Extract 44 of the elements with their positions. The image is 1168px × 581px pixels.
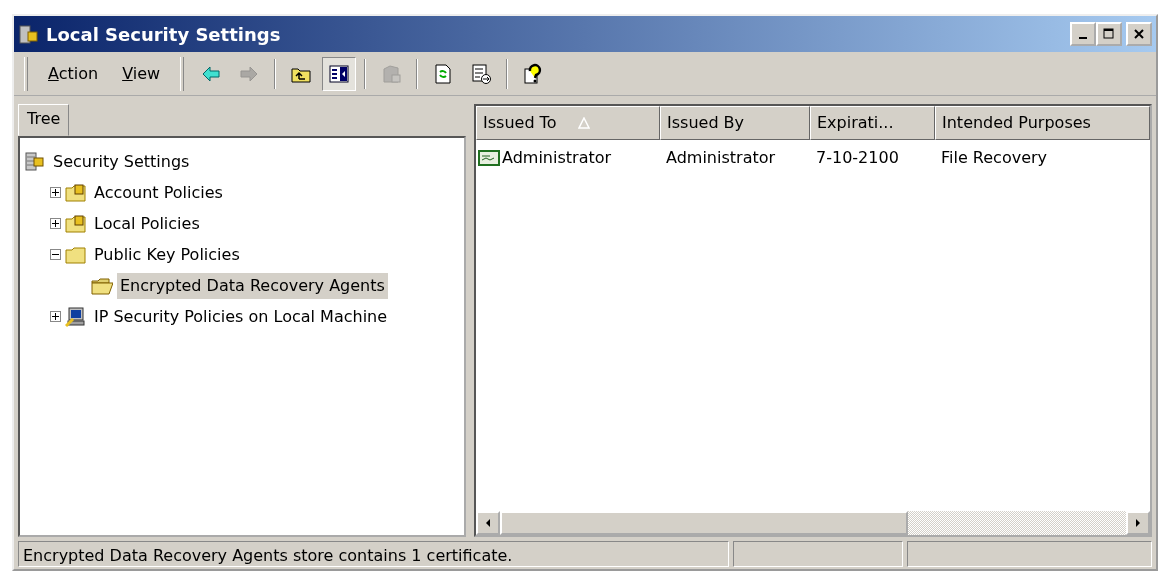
- scroll-right-button[interactable]: [1126, 511, 1150, 535]
- status-text: Encrypted Data Recovery Agents store contains 1 certificate.: [18, 541, 729, 567]
- column-header[interactable]: Expirati...: [810, 106, 935, 140]
- table-cell-text: Administrator: [502, 147, 612, 169]
- tree-tab[interactable]: Tree: [18, 104, 70, 136]
- tree-item[interactable]: Security Settings: [50, 148, 193, 175]
- close-button[interactable]: [1126, 22, 1152, 46]
- tree-item[interactable]: IP Security Policies on Local Machine: [91, 303, 391, 330]
- maximize-icon: [1103, 28, 1115, 40]
- right-arrow-icon: [1134, 518, 1142, 528]
- scrollbar-thumb[interactable]: [500, 511, 908, 535]
- tree-pane-icon: [328, 62, 351, 85]
- collapse-icon[interactable]: [50, 249, 61, 260]
- certificate-icon: [478, 149, 500, 167]
- expand-icon[interactable]: [50, 311, 61, 322]
- column-header[interactable]: Issued By: [660, 106, 810, 140]
- table-cell-text: File Recovery: [941, 147, 1048, 169]
- expand-icon[interactable]: [50, 187, 61, 198]
- app-icon: [18, 23, 40, 45]
- expand-icon[interactable]: [50, 218, 61, 229]
- horizontal-scrollbar[interactable]: [476, 511, 1150, 535]
- minimize-button[interactable]: [1070, 22, 1096, 46]
- scroll-left-button[interactable]: [476, 511, 500, 535]
- column-header[interactable]: Issued To: [476, 106, 660, 140]
- tree-item[interactable]: Public Key Policies: [91, 241, 243, 268]
- export-list-icon: [470, 62, 493, 85]
- table-cell-text: 7-10-2100: [816, 147, 899, 169]
- tree-pane-button[interactable]: [322, 56, 357, 91]
- locked-folder-icon: [65, 212, 87, 235]
- computer-icon: [65, 305, 87, 328]
- close-icon: [1133, 28, 1145, 40]
- tree-item[interactable]: Encrypted Data Recovery Agents: [117, 272, 388, 299]
- menu-item[interactable]: Action: [38, 59, 109, 88]
- left-arrow-icon: [484, 518, 492, 528]
- window-title: Local Security Settings: [46, 22, 281, 47]
- minimize-icon: [1079, 37, 1087, 39]
- server-lock-icon: [24, 150, 46, 173]
- maximize-button[interactable]: [1096, 22, 1122, 46]
- tree-item[interactable]: Local Policies: [91, 210, 203, 237]
- column-header[interactable]: Intended Purposes: [935, 106, 1150, 140]
- tree-item[interactable]: Account Policies: [91, 179, 226, 206]
- locked-folder-icon: [65, 181, 87, 204]
- table-cell-text: Administrator: [666, 147, 776, 169]
- menu-item[interactable]: View: [112, 59, 171, 88]
